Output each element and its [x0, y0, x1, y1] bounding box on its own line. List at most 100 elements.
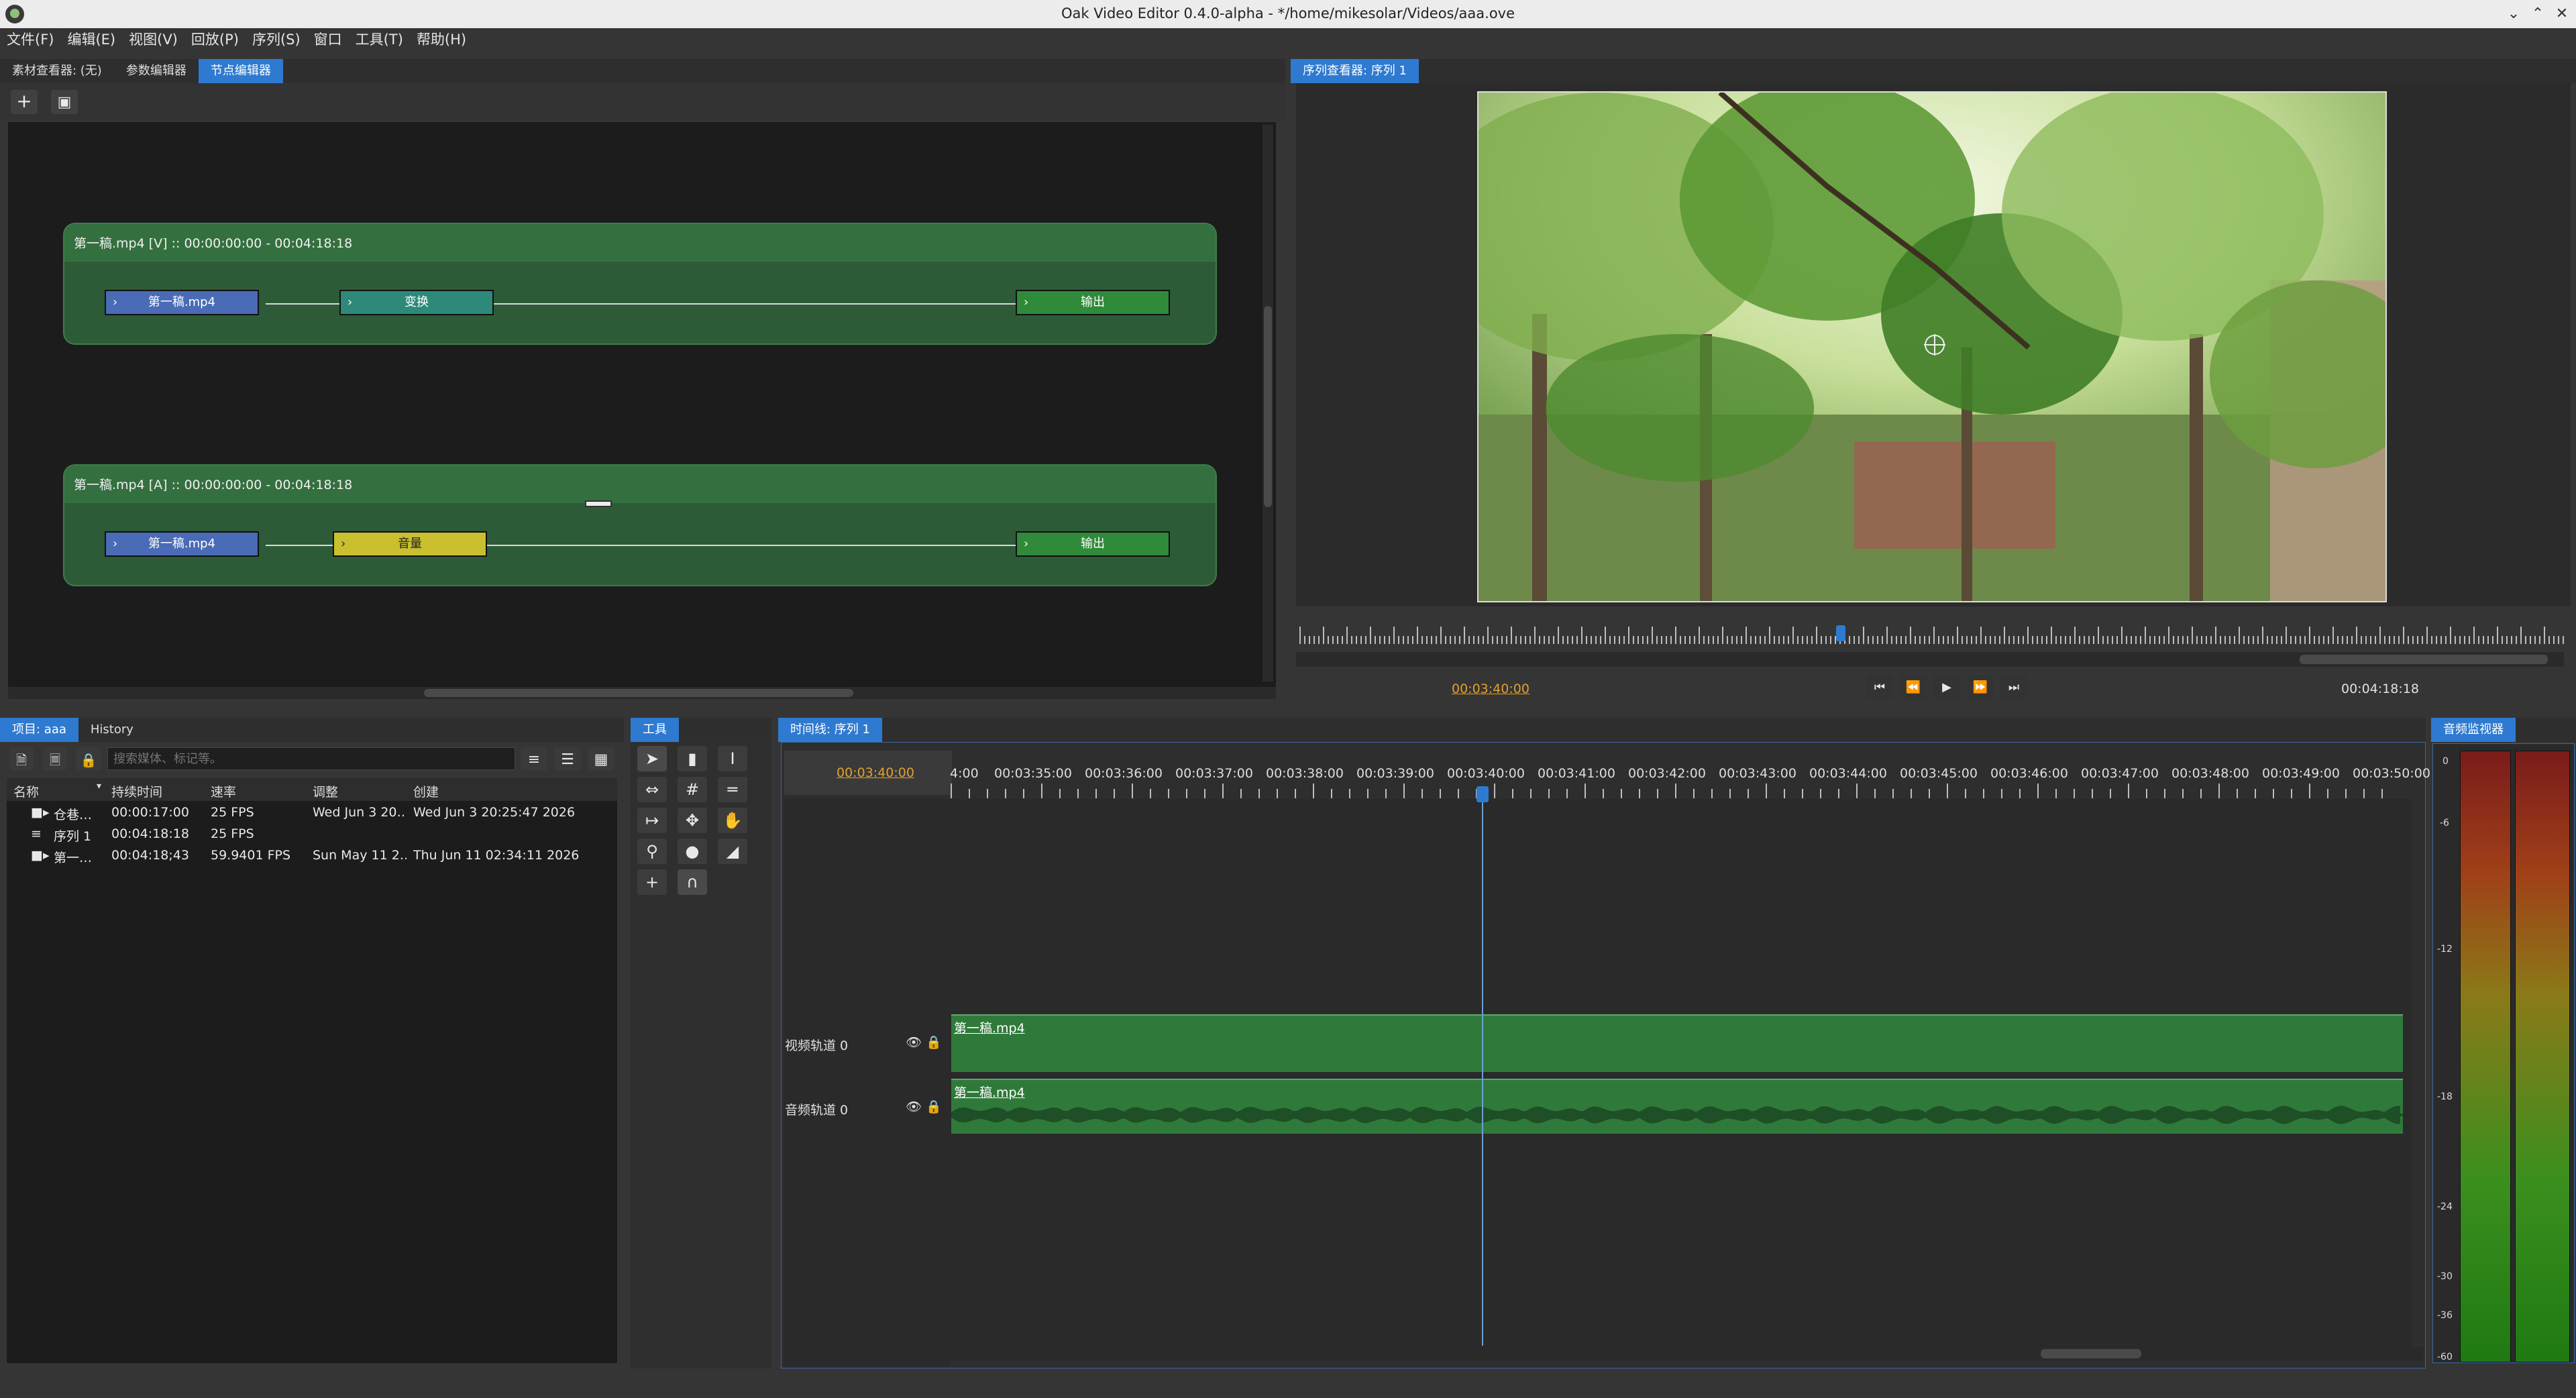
close-icon[interactable]: ✕ — [2552, 4, 2572, 24]
eye-icon[interactable]: 👁 — [906, 1034, 922, 1050]
menu-window[interactable]: 窗口 — [307, 28, 349, 51]
timeline-canvas[interactable] — [949, 799, 2412, 1353]
open-file-icon[interactable]: 🗏 — [43, 747, 67, 770]
eye-icon[interactable]: 👁 — [906, 1099, 922, 1114]
tab-history[interactable]: History — [78, 718, 146, 742]
add-node-icon[interactable]: + — [11, 90, 38, 114]
icon-view-icon[interactable]: ▦ — [588, 747, 614, 770]
maximize-icon[interactable]: ⌃ — [2528, 4, 2548, 24]
horizontal-scrollbar[interactable] — [8, 687, 1276, 699]
list-view-icon[interactable]: ☰ — [554, 747, 581, 770]
menu-playback[interactable]: 回放(P) — [184, 28, 246, 51]
media-node[interactable]: › 第一稿.mp4 — [105, 290, 259, 315]
add-tool-icon[interactable]: + — [637, 869, 667, 895]
video-clip[interactable]: 第一稿.mp4 — [951, 1014, 2403, 1072]
text-cursor-icon[interactable]: I — [718, 746, 747, 771]
meter-scale-label: -6 — [2440, 818, 2449, 828]
pointer-tool-icon[interactable]: ➤ — [637, 746, 667, 771]
menu-tools[interactable]: 工具(T) — [349, 28, 410, 51]
slip-tool-icon[interactable]: # — [678, 777, 707, 802]
ripple-tool-icon[interactable]: ⇔ — [637, 777, 667, 802]
node-group-audio[interactable]: 第一稿.mp4 [A] :: 00:00:00:00 - 00:04:18:18… — [63, 464, 1217, 586]
node-group-video[interactable]: 第一稿.mp4 [V] :: 00:00:00:00 - 00:04:18:18… — [63, 223, 1217, 345]
zoom-tool-icon[interactable]: ⚲ — [637, 839, 667, 864]
column-duration[interactable]: 持续时间 — [111, 782, 162, 800]
window-title: Oak Video Editor 0.4.0-alpha - */home/mi… — [1061, 5, 1515, 21]
tab-audio-monitor[interactable]: 音频监视器 — [2431, 718, 2516, 742]
menu-edit[interactable]: 编辑(E) — [60, 28, 122, 51]
volume-node[interactable]: › 音量 — [333, 531, 487, 557]
menu-file[interactable]: 文件(F) — [0, 28, 60, 51]
go-to-start-icon[interactable]: ⏮ — [1866, 675, 1893, 699]
viewer-ruler[interactable] — [1296, 617, 2564, 647]
hand-tool-icon[interactable]: ✋ — [718, 808, 747, 833]
track-header-video[interactable]: 视频轨道 0 👁 🔒 — [785, 1034, 949, 1056]
tab-tools[interactable]: 工具 — [631, 718, 679, 742]
menu-sequence[interactable]: 序列(S) — [246, 28, 307, 51]
meter-scale-label: -12 — [2437, 944, 2453, 955]
node-canvas[interactable]: 第一稿.mp4 [V] :: 00:00:00:00 - 00:04:18:18… — [8, 122, 1276, 687]
razor-tool-icon[interactable]: ✥ — [678, 808, 707, 833]
timeline-time-box: 00:03:40:00 — [784, 751, 952, 795]
output-node[interactable]: › 输出 — [1016, 290, 1170, 315]
minimize-icon[interactable]: ⌄ — [2504, 4, 2524, 24]
viewer-playhead[interactable] — [1836, 625, 1846, 641]
column-name[interactable]: 名称 — [13, 782, 39, 800]
tab-sequence-viewer[interactable]: 序列查看器: 序列 1 — [1291, 59, 1419, 83]
output-node[interactable]: › 输出 — [1016, 531, 1170, 557]
tab-timeline[interactable]: 时间线: 序列 1 — [778, 718, 882, 742]
rolling-tool-icon[interactable]: ↦ — [637, 808, 667, 833]
snapping-icon[interactable]: ∩ — [678, 869, 707, 895]
resize-handle[interactable] — [585, 500, 612, 507]
column-modified[interactable]: 调整 — [313, 782, 338, 800]
tab-param-editor[interactable]: 参数编辑器 — [114, 59, 199, 83]
viewer-scrollbar[interactable] — [1296, 652, 2564, 667]
transform-node[interactable]: › 变换 — [339, 290, 494, 315]
tools-panel: ➤ ▮ I ⇔ # ═ ↦ ✥ ✋ ⚲ ● ◢ + ∩ — [631, 742, 771, 1368]
column-created[interactable]: 创建 — [413, 782, 439, 800]
menu-help[interactable]: 帮助(H) — [410, 28, 473, 51]
timeline-ruler[interactable] — [949, 758, 2418, 805]
slide-tool-icon[interactable]: ═ — [718, 777, 747, 802]
column-rate[interactable]: 速率 — [211, 782, 236, 800]
frame-view-icon[interactable]: ▣ — [51, 90, 78, 114]
node-group-header: 第一稿.mp4 [A] :: 00:00:00:00 - 00:04:18:18 — [64, 466, 1216, 503]
audio-clip[interactable]: 第一稿.mp4 — [951, 1079, 2403, 1134]
timeline-h-scrollbar[interactable] — [786, 1347, 2423, 1360]
sort-icon: ▾ — [97, 781, 102, 792]
sequence-icon: ≡ — [31, 826, 42, 841]
table-row[interactable]: ■▸ 仓巷… 00:00:17:00 25 FPS Wed Jun 3 20… … — [7, 805, 617, 826]
new-file-icon[interactable]: 🗎 — [9, 747, 34, 770]
viewer-current-time[interactable]: 00:03:40:00 — [1452, 682, 1529, 696]
ruler-label: 00:03:35:00 — [994, 766, 1072, 781]
tree-view-icon[interactable]: ≡ — [521, 747, 547, 770]
fast-forward-icon[interactable]: ⏩ — [1967, 675, 1994, 699]
rewind-icon[interactable]: ⏪ — [1900, 675, 1927, 699]
play-icon[interactable]: ▶ — [1933, 675, 1960, 699]
transition-tool-icon[interactable]: ◢ — [718, 839, 747, 864]
menu-bar: 文件(F) 编辑(E) 视图(V) 回放(P) 序列(S) 窗口 工具(T) 帮助(H) — [0, 28, 2576, 51]
audio-monitor-tabbar: 音频监视器 — [2431, 718, 2576, 742]
record-tool-icon[interactable]: ● — [678, 839, 707, 864]
tab-footage-viewer[interactable]: 素材查看器: (无) — [0, 59, 114, 83]
timeline-playhead[interactable] — [1477, 786, 1489, 802]
table-row[interactable]: ≡ 序列 1 00:04:18:18 25 FPS — [7, 826, 617, 848]
lock-icon[interactable]: 🔒 — [926, 1099, 942, 1114]
tab-project[interactable]: 项目: aaa — [0, 718, 78, 742]
save-icon[interactable]: 🔒 — [76, 747, 101, 770]
menu-view[interactable]: 视图(V) — [122, 28, 184, 51]
track-header-audio[interactable]: 音频轨道 0 👁 🔒 — [785, 1099, 949, 1120]
timeline-current-time[interactable]: 00:03:40:00 — [837, 765, 914, 780]
video-frame-image[interactable] — [1477, 91, 2387, 602]
viewer-duration: 00:04:18:18 — [2341, 682, 2419, 696]
project-search-input[interactable] — [107, 747, 515, 770]
ruler-label: 00:03:40:00 — [1447, 766, 1525, 781]
project-list[interactable]: 名称 ▾ 持续时间 速率 调整 创建 ■▸ 仓巷… 00:00:17:00 25… — [7, 778, 617, 1363]
lock-icon[interactable]: 🔒 — [926, 1034, 942, 1050]
vertical-scrollbar[interactable] — [1263, 125, 1273, 682]
go-to-end-icon[interactable]: ⏭ — [2000, 675, 2027, 699]
edit-tool-icon[interactable]: ▮ — [678, 746, 707, 771]
table-row[interactable]: ■▸ 第一… 00:04:18;43 59.9401 FPS Sun May 1… — [7, 848, 617, 869]
media-node[interactable]: › 第一稿.mp4 — [105, 531, 259, 557]
tab-node-editor[interactable]: 节点编辑器 — [198, 59, 283, 83]
